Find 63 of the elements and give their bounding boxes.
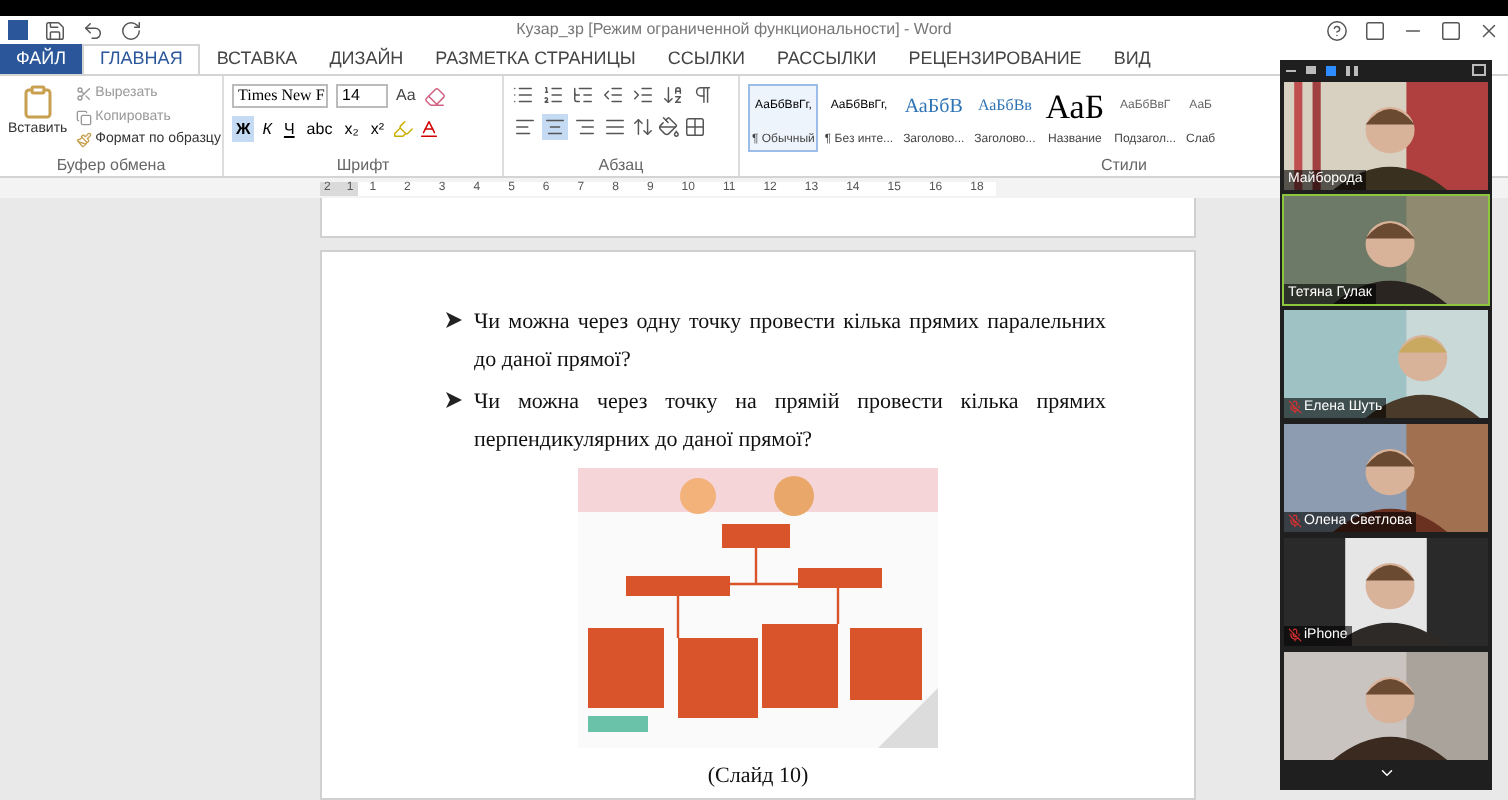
redo-icon[interactable] bbox=[120, 19, 142, 41]
line-spacing-icon[interactable] bbox=[632, 116, 654, 138]
eraser-icon[interactable] bbox=[423, 85, 446, 107]
change-case-button[interactable]: Аа bbox=[396, 84, 416, 108]
shading-icon[interactable] bbox=[658, 116, 680, 138]
ribbon-tab[interactable]: ГЛАВНАЯ bbox=[82, 44, 201, 74]
word-logo-icon bbox=[8, 20, 28, 40]
numbering-icon[interactable] bbox=[542, 84, 564, 106]
ribbon-tab[interactable]: РЕЦЕНЗИРОВАНИЕ bbox=[892, 44, 1098, 74]
font-color-icon[interactable] bbox=[417, 118, 440, 140]
format-button[interactable]: x² bbox=[366, 116, 388, 142]
format-button[interactable]: x₂ bbox=[340, 116, 363, 142]
format-button[interactable]: К bbox=[258, 116, 276, 142]
exit-fullscreen-icon[interactable] bbox=[1472, 64, 1486, 76]
align-button[interactable] bbox=[602, 114, 628, 140]
group-label: Буфер обмена bbox=[56, 153, 166, 177]
borders-icon[interactable] bbox=[684, 116, 706, 138]
group-label: Стили bbox=[1100, 153, 1148, 177]
align-button[interactable] bbox=[542, 114, 568, 140]
scissors-icon bbox=[75, 86, 92, 103]
bullet-arrow-icon bbox=[446, 392, 462, 409]
ribbon-display-icon[interactable] bbox=[1364, 19, 1386, 41]
clipboard-icon bbox=[19, 84, 56, 120]
maximize-icon[interactable] bbox=[1440, 19, 1462, 41]
align-button[interactable] bbox=[572, 114, 598, 140]
sort-icon[interactable] bbox=[662, 84, 684, 106]
ribbon-tab[interactable]: ССЫЛКИ bbox=[651, 44, 761, 74]
bullet-arrow-icon bbox=[446, 312, 462, 329]
format-button[interactable]: Ч bbox=[279, 116, 299, 142]
window-title: Кузар_зр [Режим ограниченной функциональности] - Word bbox=[516, 18, 952, 42]
minimize-icon[interactable] bbox=[1286, 69, 1296, 71]
save-icon[interactable] bbox=[44, 19, 66, 41]
strip-view-icon[interactable] bbox=[1326, 65, 1336, 75]
font-name-field[interactable]: Times New F bbox=[232, 84, 328, 108]
muted-mic-icon bbox=[1288, 628, 1302, 643]
muted-mic-icon bbox=[1288, 400, 1302, 415]
decrease-indent-icon[interactable] bbox=[602, 84, 624, 106]
bullet-text: Чи можна через одну точку провести кілька прямих паралельних до даної прямої? bbox=[474, 308, 1106, 377]
ribbon-tab[interactable]: РАССЫЛКИ bbox=[760, 44, 893, 74]
close-icon[interactable] bbox=[1478, 19, 1500, 41]
muted-mic-icon bbox=[1288, 514, 1302, 529]
pilcrow-icon[interactable] bbox=[692, 84, 714, 106]
file-tab[interactable]: ФАЙЛ bbox=[0, 44, 83, 74]
format-button[interactable]: abc bbox=[302, 116, 337, 142]
copy-icon bbox=[75, 109, 92, 126]
format-button[interactable]: Ж bbox=[232, 116, 255, 142]
font-size-field[interactable]: 14 bbox=[336, 84, 388, 108]
increase-indent-icon[interactable] bbox=[632, 84, 654, 106]
help-icon[interactable] bbox=[1326, 19, 1348, 41]
slide-caption: (Слайд 10) bbox=[707, 762, 809, 793]
align-button[interactable] bbox=[512, 114, 538, 140]
ribbon-tab[interactable]: ВИД bbox=[1097, 44, 1167, 74]
chevron-down-icon[interactable] bbox=[1377, 764, 1395, 782]
ribbon-tab[interactable]: РАЗМЕТКА СТРАНИЦЫ bbox=[419, 44, 652, 74]
undo-icon[interactable] bbox=[82, 19, 104, 41]
group-label: Шрифт bbox=[336, 153, 390, 177]
multilevel-list-icon[interactable] bbox=[572, 84, 594, 106]
bullet-text: Чи можна через точку на прямій провести кілька прямих перпендикулярних до даної прямої? bbox=[474, 388, 1106, 457]
gallery-view-icon[interactable] bbox=[1346, 65, 1358, 75]
paintbrush-icon bbox=[75, 132, 92, 149]
ribbon-tab[interactable]: ДИЗАЙН bbox=[313, 44, 420, 74]
group-label: Абзац bbox=[598, 153, 644, 177]
ribbon-tab[interactable]: ВСТАВКА bbox=[200, 44, 314, 74]
